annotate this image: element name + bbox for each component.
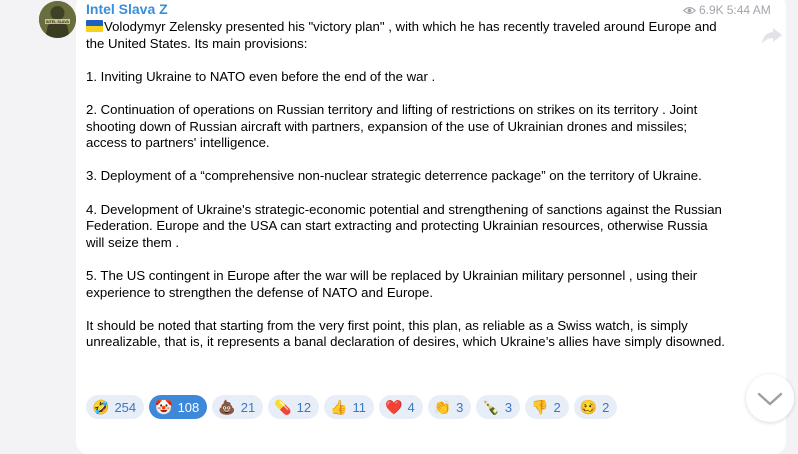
thumbs-up-emoji-icon: 👍 [330, 399, 348, 415]
reactions-bar: 🤣 254 🤡 108 💩 21 💊 12 👍 11 ❤️ 4 👏 3 🍾 3 👎 2 🥴 2 [86, 395, 622, 419]
reaction-count: 21 [240, 399, 256, 415]
clap-emoji-icon: 👏 [433, 399, 452, 415]
chevron-down-icon [757, 392, 783, 406]
woozy-emoji-icon: 🥴 [579, 399, 598, 415]
thumbs-down-emoji-icon: 👎 [531, 399, 549, 415]
avatar-logo-text: INTEL SLAVA [46, 20, 69, 24]
message-paragraph: Volodymyr Zelensky presented his "victor… [86, 19, 717, 51]
channel-name[interactable]: Intel Slava Z [86, 1, 168, 17]
message-meta: 6.9K 5:44 AM [683, 3, 771, 17]
channel-avatar[interactable]: INTEL SLAVA [39, 1, 76, 38]
reaction-champagne[interactable]: 🍾 3 [476, 395, 521, 419]
reaction-count: 254 [114, 399, 137, 415]
champagne-emoji-icon: 🍾 [482, 399, 500, 415]
reaction-count: 12 [296, 399, 312, 415]
share-button[interactable] [758, 22, 786, 50]
view-count: 6.9K [699, 3, 724, 17]
message-text: Volodymyr Zelensky presented his "victor… [86, 19, 726, 367]
message-paragraph: 5. The US contingent in Europe after the… [86, 267, 698, 300]
reaction-count: 2 [602, 399, 610, 415]
reaction-count: 3 [504, 399, 513, 415]
rofl-emoji-icon: 🤣 [92, 399, 110, 415]
message-time: 5:44 AM [726, 3, 771, 17]
reaction-clown[interactable]: 🤡 108 [149, 395, 208, 419]
message-paragraph: It should be noted that starting from th… [86, 317, 725, 350]
share-arrow-icon [762, 28, 782, 44]
message-paragraph: 1. Inviting Ukraine to NATO even before … [86, 68, 436, 84]
reaction-heart[interactable]: ❤️ 4 [379, 395, 423, 419]
reaction-poop[interactable]: 💩 21 [212, 395, 264, 419]
reaction-count: 11 [352, 399, 367, 415]
reaction-clap[interactable]: 👏 3 [427, 395, 472, 419]
reaction-thumbs-up[interactable]: 👍 11 [324, 395, 375, 419]
reaction-count: 2 [553, 399, 561, 415]
message-paragraph: 2. Continuation of operations on Russian… [86, 101, 698, 151]
ukraine-flag-icon [86, 20, 103, 32]
reaction-woozy[interactable]: 🥴 2 [573, 395, 618, 419]
poop-emoji-icon: 💩 [218, 399, 236, 415]
scroll-down-button[interactable] [746, 374, 794, 422]
reaction-count: 4 [407, 399, 415, 415]
pill-emoji-icon: 💊 [274, 399, 292, 415]
message-paragraph: 3. Deployment of a “comprehensive non-nu… [86, 168, 702, 184]
reaction-thumbs-down[interactable]: 👎 2 [525, 395, 569, 419]
clown-emoji-icon: 🤡 [155, 399, 173, 415]
reaction-count: 3 [456, 399, 464, 415]
message-paragraph: 4. Development of Ukraine's strategic-ec… [86, 201, 722, 250]
reaction-pill[interactable]: 💊 12 [268, 395, 320, 419]
heart-emoji-icon: ❤️ [385, 399, 403, 415]
reaction-rofl[interactable]: 🤣 254 [86, 395, 145, 419]
eye-icon [683, 6, 696, 14]
reaction-count: 108 [177, 399, 200, 415]
